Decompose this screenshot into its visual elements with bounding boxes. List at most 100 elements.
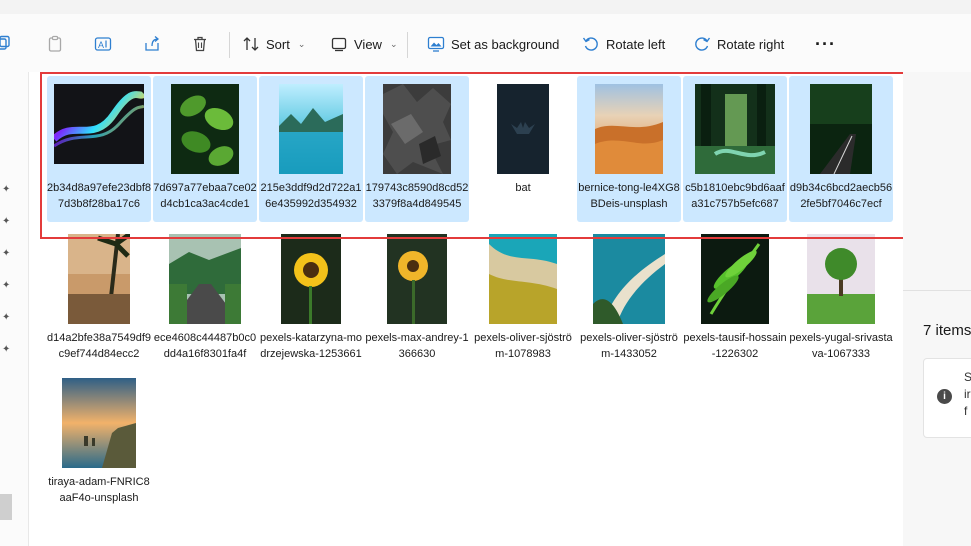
rotate-left-button[interactable]: Rotate left: [582, 30, 665, 58]
file-item[interactable]: pexels-tausif-hossain-1226302: [683, 226, 787, 372]
file-thumbnail: [281, 234, 341, 324]
file-thumbnail: [701, 234, 769, 324]
toolbar-divider: [407, 32, 408, 58]
share-icon: [145, 36, 160, 51]
file-name: 179743c8590d8cd523379f8a4d849545: [365, 182, 469, 210]
rename-icon: A: [94, 37, 112, 51]
rotate-left-icon: [582, 37, 598, 51]
trash-icon: [194, 36, 206, 52]
file-item[interactable]: 7d697a77ebaa7ce02d4cb1ca3ac4cde1: [153, 76, 257, 222]
file-name: pexels-katarzyna-modrzejewska-1253661: [259, 332, 363, 360]
copy-icon: [0, 35, 10, 50]
selected-items-count: 7 items: [923, 322, 971, 339]
sort-button[interactable]: Sort ⌄: [242, 30, 305, 58]
info-card: i S ir f: [923, 358, 971, 438]
set-as-background-label: Set as background: [451, 36, 560, 52]
info-text-line: S: [964, 370, 971, 384]
rotate-left-label: Rotate left: [606, 36, 666, 52]
desktop-background-icon: [427, 36, 445, 52]
file-name: pexels-tausif-hossain-1226302: [683, 332, 787, 360]
file-item[interactable]: d14a2bfe38a7549df9c9ef744d84ecc2: [47, 226, 151, 372]
file-thumbnail: [593, 234, 665, 324]
nav-scrollbar-thumb[interactable]: [0, 494, 12, 520]
file-item[interactable]: c5b1810ebc9bd6aafa31c757b5efc687: [683, 76, 787, 222]
rotate-right-icon: [695, 37, 711, 51]
view-button[interactable]: View ⌄: [330, 30, 398, 58]
file-grid: 2b34d8a97efe23dbf87d3b8f28ba17c6 7d697a7…: [29, 72, 902, 546]
file-item[interactable]: tiraya-adam-FNRIC8aaF4o-unsplash: [47, 370, 151, 516]
navigation-pane: ✦ ✦ ✦ ✦ ✦ ✦: [0, 72, 29, 546]
view-label: View: [354, 36, 382, 52]
file-name: 2b34d8a97efe23dbf87d3b8f28ba17c6: [47, 182, 151, 210]
file-item[interactable]: pexels-max-andrey-1366630: [365, 226, 469, 372]
file-thumbnail: [489, 234, 557, 324]
details-pane: 7 items i S ir f: [903, 72, 971, 546]
pin-icon: ✦: [2, 344, 11, 355]
file-thumbnail: [387, 234, 447, 324]
file-name: pexels-oliver-sjöström-1078983: [474, 332, 572, 360]
pin-icon: ✦: [2, 280, 11, 291]
file-item[interactable]: pexels-yugal-srivastava-1067333: [789, 226, 893, 372]
file-item[interactable]: pexels-oliver-sjöström-1078983: [471, 226, 575, 372]
file-name: d14a2bfe38a7549df9c9ef744d84ecc2: [47, 332, 151, 360]
file-name: pexels-oliver-sjöström-1433052: [580, 332, 678, 360]
file-item[interactable]: bernice-tong-le4XG8BDeis-unsplash: [577, 76, 681, 222]
rotate-right-button[interactable]: Rotate right: [693, 30, 784, 58]
file-item[interactable]: 215e3ddf9d2d722a16e435992d354932: [259, 76, 363, 222]
file-thumbnail: [383, 84, 451, 174]
file-name: pexels-max-andrey-1366630: [365, 332, 469, 360]
command-bar: A Sort ⌄ View ⌄ Set as background Rotate…: [0, 14, 971, 72]
file-thumbnail: [810, 84, 872, 174]
file-thumbnail: [171, 84, 239, 174]
file-thumbnail: [279, 84, 343, 174]
file-item[interactable]: d9b34c6bcd2aecb562fe5bf7046c7ecf: [789, 76, 893, 222]
file-thumbnail: [595, 84, 663, 174]
sort-icon: [243, 37, 259, 51]
copy-button[interactable]: [0, 30, 12, 58]
delete-button[interactable]: [191, 30, 209, 58]
file-name: c5b1810ebc9bd6aafa31c757b5efc687: [685, 182, 785, 210]
svg-text:A: A: [98, 40, 104, 50]
info-text-line: ir: [964, 387, 971, 401]
file-thumbnail: [62, 378, 136, 468]
details-divider: [903, 290, 971, 291]
file-name: bernice-tong-le4XG8BDeis-unsplash: [578, 182, 680, 210]
rotate-right-label: Rotate right: [717, 36, 785, 52]
sort-label: Sort: [266, 36, 290, 52]
file-thumbnail: [54, 84, 144, 164]
file-thumbnail: [68, 234, 130, 324]
preview-area: [903, 72, 971, 290]
info-icon: i: [937, 389, 952, 404]
pin-icon: ✦: [2, 216, 11, 227]
file-name: 215e3ddf9d2d722a16e435992d354932: [260, 182, 362, 210]
file-name: tiraya-adam-FNRIC8aaF4o-unsplash: [48, 476, 150, 504]
rename-button[interactable]: A: [94, 30, 112, 58]
share-button[interactable]: [143, 30, 161, 58]
file-thumbnail: [807, 234, 875, 324]
chevron-down-icon: ⌄: [389, 38, 398, 49]
info-text-line: f: [964, 404, 968, 418]
more-options-icon: ···: [815, 33, 836, 54]
file-item[interactable]: pexels-oliver-sjöström-1433052: [577, 226, 681, 372]
file-name: ece4608c44487b0c0dd4a16f8301fa4f: [153, 332, 257, 360]
pin-icon: ✦: [2, 184, 11, 195]
more-options-button[interactable]: ···: [815, 30, 836, 58]
paste-icon: [48, 35, 62, 52]
file-name: d9b34c6bcd2aecb562fe5bf7046c7ecf: [789, 182, 893, 210]
pin-icon: ✦: [2, 248, 11, 259]
toolbar-divider: [229, 32, 230, 58]
file-item[interactable]: bat: [471, 76, 575, 222]
file-item[interactable]: ece4608c44487b0c0dd4a16f8301fa4f: [153, 226, 257, 372]
pin-icon: ✦: [2, 312, 11, 323]
file-item[interactable]: 179743c8590d8cd523379f8a4d849545: [365, 76, 469, 222]
file-item[interactable]: pexels-katarzyna-modrzejewska-1253661: [259, 226, 363, 372]
file-item[interactable]: 2b34d8a97efe23dbf87d3b8f28ba17c6: [47, 76, 151, 222]
chevron-down-icon: ⌄: [297, 38, 306, 49]
file-thumbnail: [169, 234, 241, 324]
paste-button[interactable]: [46, 30, 64, 58]
set-as-background-button[interactable]: Set as background: [427, 30, 559, 58]
info-text: S ir f: [964, 369, 971, 420]
file-thumbnail: [695, 84, 775, 174]
file-thumbnail: [497, 84, 549, 174]
file-name: pexels-yugal-srivastava-1067333: [789, 332, 893, 360]
